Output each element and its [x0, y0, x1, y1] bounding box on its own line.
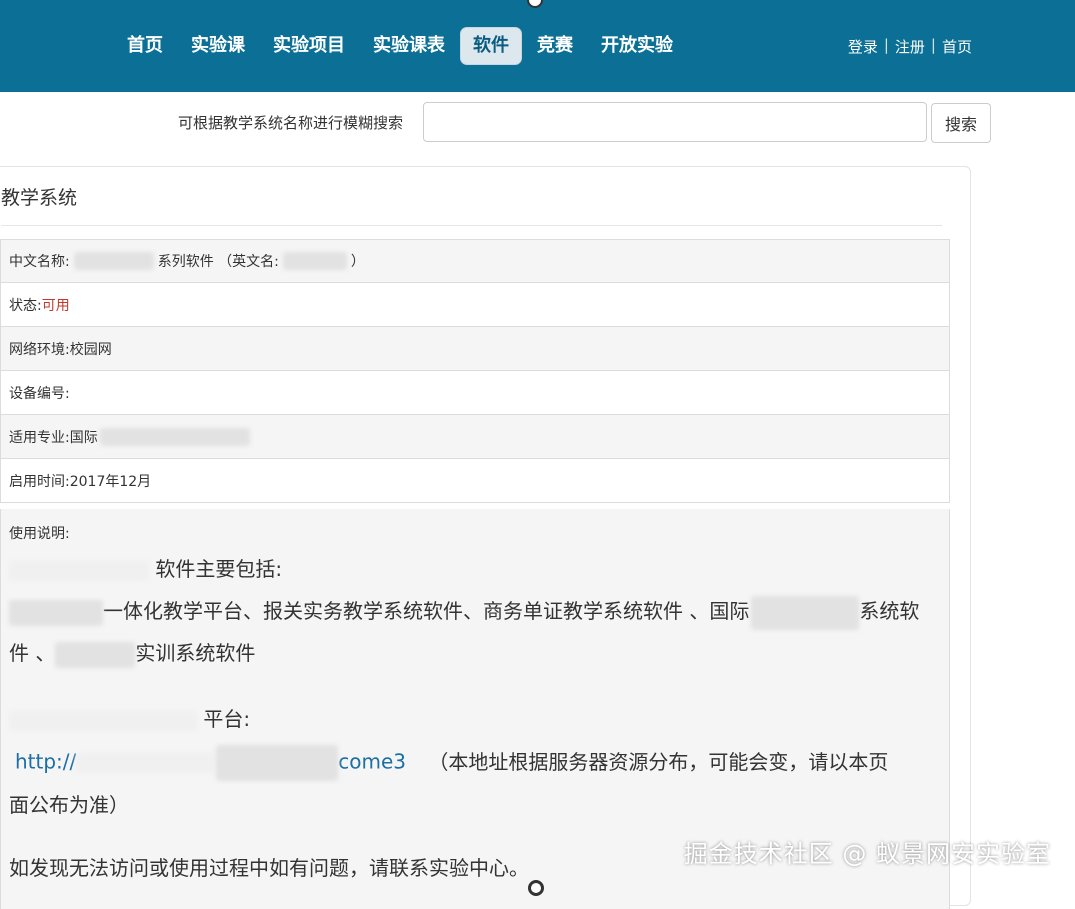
- platform-link[interactable]: http://: [15, 750, 76, 774]
- redacted-block: [9, 560, 149, 581]
- major-value: 国际: [69, 429, 98, 446]
- main-nav: 首页 实验课 实验项目 实验课表 软件 竞赛 开放实验: [115, 28, 689, 64]
- description-line: 平台:: [9, 703, 250, 732]
- search-label: 可根据教学系统名称进行模糊搜索: [178, 114, 404, 132]
- user-links: 登录 | 注册 | 首页: [848, 36, 972, 57]
- name-suffix: 系列软件 （英文名:: [157, 254, 279, 270]
- description-line: 软件主要包括:: [9, 553, 282, 582]
- search-input[interactable]: [423, 102, 927, 142]
- row-date: 启用时间: 2017年12月: [0, 459, 950, 503]
- name-label: 中文名称:: [9, 254, 70, 270]
- description-line: 面公布为准）: [9, 789, 129, 818]
- nav-item-open-lab[interactable]: 开放实验: [589, 28, 685, 64]
- row-network: 网络环境: 校园网: [0, 327, 950, 371]
- register-link[interactable]: 注册: [895, 36, 925, 57]
- device-label: 设备编号:: [9, 385, 70, 402]
- description-line: 一体化教学平台、报关实务教学系统软件、商务单证教学系统软件 、国际 系统软: [9, 595, 919, 630]
- scroll-indicator-bottom: [528, 880, 544, 896]
- description-label: 使用说明:: [9, 526, 70, 542]
- row-major: 适用专业: 国际: [0, 415, 950, 459]
- search-bar: 可根据教学系统名称进行模糊搜索 搜索: [0, 102, 1075, 144]
- panel-divider: [1, 225, 942, 226]
- row-status: 状态: 可用: [0, 283, 950, 327]
- description-text: 一体化教学平台、报关实务教学系统软件、商务单证教学系统软件 、国际: [103, 599, 750, 623]
- description-text: 平台:: [203, 707, 251, 731]
- nav-item-competition[interactable]: 竞赛: [525, 28, 585, 64]
- description-line: 件 、 实训系统软件: [9, 637, 255, 668]
- redacted-block: [73, 252, 154, 270]
- redacted-block: [99, 427, 250, 446]
- redacted-block: [76, 753, 217, 773]
- nav-item-software[interactable]: 软件: [461, 28, 521, 64]
- separator: |: [930, 36, 936, 54]
- platform-link[interactable]: come3: [338, 750, 406, 774]
- description-text: 件 、: [9, 641, 56, 665]
- description-text: 软件主要包括:: [155, 557, 283, 581]
- major-label: 适用专业:: [9, 429, 70, 446]
- description-text: 面公布为准）: [9, 793, 129, 817]
- description-text: 系统软: [859, 599, 920, 623]
- network-label: 网络环境:: [9, 341, 70, 358]
- name-close: ）: [350, 254, 365, 270]
- info-table: 中文名称: 系列软件 （英文名: ） 状态: 可用 网络环境: 校园网 设备编号…: [0, 239, 950, 503]
- nav-item-courses[interactable]: 实验课: [179, 28, 257, 64]
- login-link[interactable]: 登录: [848, 36, 878, 57]
- date-value: 2017年12月: [69, 473, 152, 490]
- top-navbar: 首页 实验课 实验项目 实验课表 软件 竞赛 开放实验 登录 | 注册 | 首页: [0, 0, 1075, 92]
- description-text: 如发现无法访问或使用过程中如有问题，请联系实验中心。: [9, 856, 529, 880]
- status-label: 状态:: [9, 297, 42, 314]
- search-button[interactable]: 搜索: [931, 103, 991, 143]
- date-label: 启用时间:: [9, 473, 70, 490]
- home-link[interactable]: 首页: [942, 36, 972, 57]
- nav-item-projects[interactable]: 实验项目: [261, 28, 357, 64]
- row-name: 中文名称: 系列软件 （英文名: ）: [0, 239, 950, 283]
- row-device: 设备编号:: [0, 371, 950, 415]
- nav-item-schedule[interactable]: 实验课表: [361, 28, 457, 64]
- redacted-block: [751, 595, 860, 630]
- panel-title: 教学系统: [1, 187, 78, 209]
- description-text: （本地址根据服务器资源分布，可能会变，请以本页: [428, 749, 889, 774]
- description-text: 实训系统软件: [135, 641, 256, 665]
- watermark: 掘金技术社区 @ 蚁景网安实验室: [683, 840, 1051, 868]
- nav-item-home[interactable]: 首页: [115, 28, 175, 64]
- redacted-block: [9, 599, 103, 626]
- status-badge: 可用: [41, 297, 70, 314]
- description-line: http:// come3 （本地址根据服务器资源分布，可能会变，请以本页: [15, 745, 888, 781]
- redacted-block: [216, 745, 339, 781]
- redacted-block: [9, 710, 197, 731]
- separator: |: [883, 36, 889, 54]
- description-line: 如发现无法访问或使用过程中如有问题，请联系实验中心。: [9, 852, 529, 881]
- redacted-block: [55, 641, 136, 668]
- network-value: 校园网: [69, 341, 112, 358]
- redacted-block: [282, 252, 347, 270]
